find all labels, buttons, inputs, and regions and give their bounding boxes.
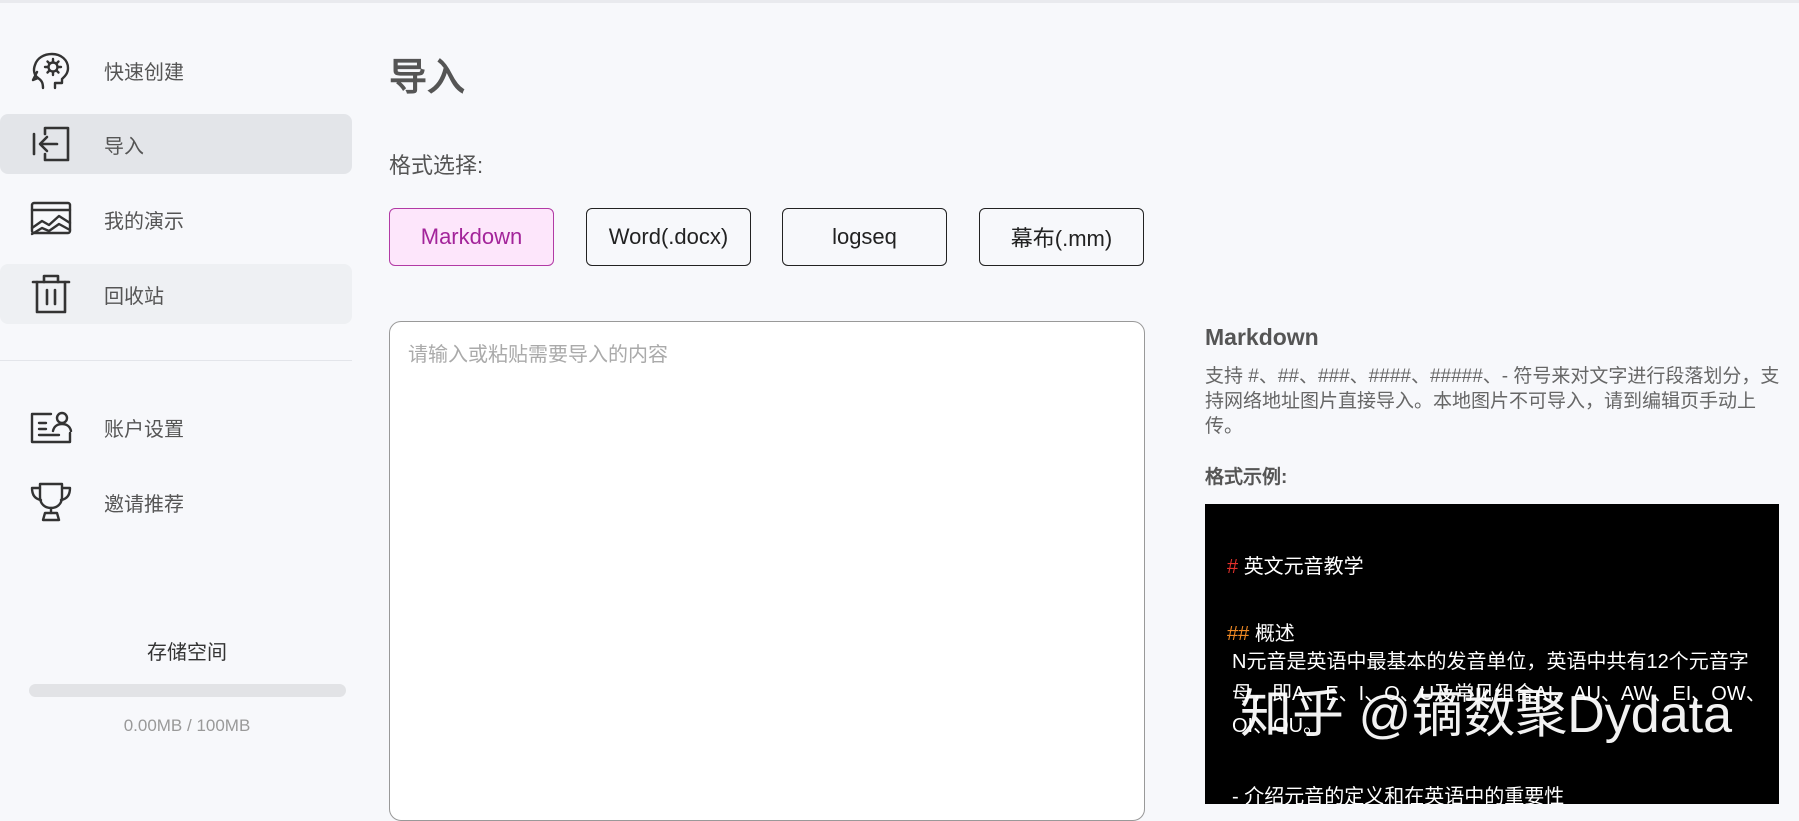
sidebar: 快速创建 导入 我的演示 回收站 账户设置 邀请推荐 存储空间 0.00MB /… bbox=[0, 0, 352, 795]
import-content-input[interactable] bbox=[406, 336, 1130, 800]
storage-progress-bar bbox=[29, 684, 346, 697]
format-button-mubu[interactable]: 幕布(.mm) bbox=[979, 208, 1144, 266]
sidebar-item-label: 我的演示 bbox=[104, 210, 184, 233]
h2-marker: ## bbox=[1227, 623, 1250, 645]
sidebar-divider bbox=[0, 360, 352, 361]
brain-icon bbox=[28, 50, 74, 90]
trophy-icon bbox=[28, 482, 74, 522]
sidebar-item-my-presentations[interactable]: 我的演示 bbox=[0, 189, 352, 249]
page-title: 导入 bbox=[389, 57, 466, 99]
format-button-logseq[interactable]: logseq bbox=[782, 208, 947, 266]
watermark: 知乎 @镝数聚Dydata bbox=[1240, 686, 1732, 744]
sidebar-item-import[interactable]: 导入 bbox=[0, 114, 352, 174]
sidebar-item-label: 快速创建 bbox=[104, 61, 184, 84]
example-h1: # 英文元音教学 bbox=[1227, 550, 1364, 579]
sidebar-item-label: 邀请推荐 bbox=[104, 493, 184, 516]
sidebar-item-invite[interactable]: 邀请推荐 bbox=[0, 472, 352, 532]
presentation-icon bbox=[28, 199, 74, 239]
account-icon bbox=[28, 407, 74, 447]
format-button-word[interactable]: Word(.docx) bbox=[586, 208, 751, 266]
sidebar-item-trash[interactable]: 回收站 bbox=[0, 264, 352, 324]
h1-marker: # bbox=[1227, 556, 1239, 578]
storage-usage: 0.00MB / 100MB bbox=[123, 716, 251, 735]
storage-title: 存储空间 bbox=[147, 642, 227, 664]
import-editor bbox=[389, 321, 1145, 821]
sidebar-item-label: 回收站 bbox=[104, 285, 164, 308]
example-h2: ## 概述 bbox=[1227, 617, 1295, 646]
help-title: Markdown bbox=[1205, 324, 1319, 350]
help-description: 支持 #、##、###、####、#####、- 符号来对文字进行段落划分，支持… bbox=[1205, 366, 1780, 437]
sidebar-item-quick-create[interactable]: 快速创建 bbox=[0, 40, 352, 100]
h2-text: 概述 bbox=[1254, 623, 1295, 645]
h1-text: 英文元音教学 bbox=[1243, 556, 1364, 578]
format-button-markdown[interactable]: Markdown bbox=[389, 208, 554, 266]
trash-icon bbox=[28, 274, 74, 314]
format-label: 格式选择: bbox=[389, 153, 484, 178]
sidebar-item-label: 账户设置 bbox=[104, 418, 184, 441]
example-label: 格式示例: bbox=[1205, 467, 1288, 488]
import-icon bbox=[28, 124, 74, 164]
example-box: # 英文元音教学 ## 概述 N元音是英语中最基本的发音单位，英语中共有12个元… bbox=[1205, 504, 1779, 804]
sidebar-item-account-settings[interactable]: 账户设置 bbox=[0, 397, 352, 457]
example-list-line: - 介绍元音的定义和在英语中的重要性 bbox=[1232, 786, 1565, 804]
sidebar-item-label: 导入 bbox=[104, 135, 144, 158]
